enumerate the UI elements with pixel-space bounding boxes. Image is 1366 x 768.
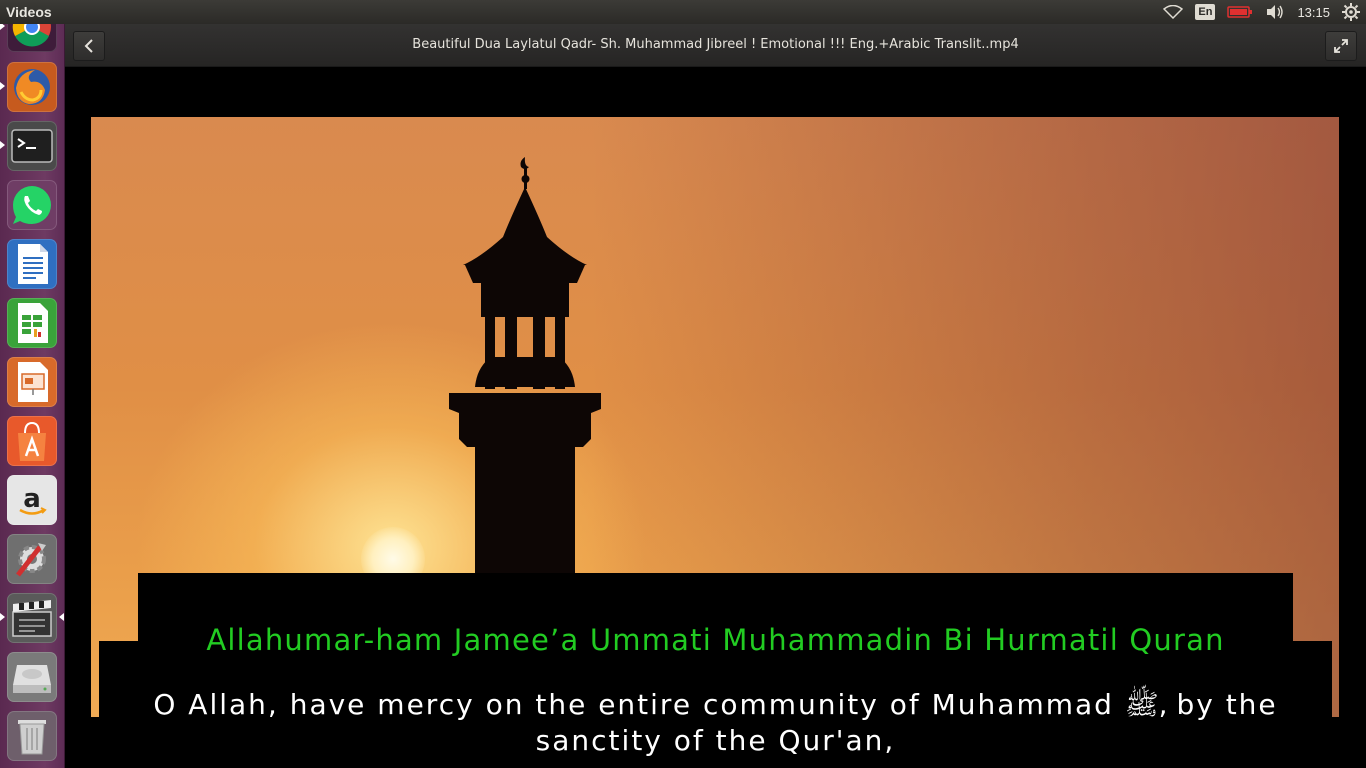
ubuntu-software-icon bbox=[18, 421, 46, 461]
launcher-item-whatsapp[interactable] bbox=[7, 180, 57, 230]
subtitle-translation: O Allah, have mercy on the entire commun… bbox=[153, 688, 1278, 757]
app-name: Videos bbox=[6, 4, 52, 20]
language-indicator: En bbox=[1195, 4, 1216, 20]
launcher-item-impress[interactable] bbox=[7, 357, 57, 407]
fullscreen-button[interactable] bbox=[1325, 31, 1357, 61]
launcher-item-trash[interactable] bbox=[7, 711, 57, 761]
whatsapp-icon bbox=[13, 186, 51, 224]
launcher-item-firefox[interactable] bbox=[7, 62, 57, 112]
launcher-item-chrome[interactable] bbox=[7, 24, 57, 52]
fullscreen-icon bbox=[1334, 39, 1348, 53]
firefox-icon bbox=[14, 69, 50, 105]
top-panel: Videos En 13:15 bbox=[0, 0, 1366, 24]
launcher-item-settings[interactable] bbox=[7, 534, 57, 584]
subtitle-transliteration: Allahumar-ham Jamee’a Ummati Muhammadin … bbox=[206, 623, 1225, 657]
header-bar: Beautiful Dua Laylatul Qadr- Sh. Muhamma… bbox=[65, 24, 1366, 67]
svg-text:a: a bbox=[23, 484, 41, 514]
trash-icon bbox=[18, 720, 46, 755]
launcher: a bbox=[0, 24, 65, 768]
wifi-icon[interactable] bbox=[1163, 0, 1184, 24]
system-tray: En 13:15 bbox=[1157, 0, 1366, 24]
settings-gear-icon[interactable] bbox=[1342, 0, 1360, 24]
launcher-item-amazon[interactable]: a bbox=[7, 475, 57, 525]
battery-icon[interactable] bbox=[1227, 0, 1253, 24]
clock[interactable]: 13:15 bbox=[1297, 0, 1330, 24]
libreoffice-impress-icon bbox=[18, 362, 48, 402]
drive-icon bbox=[13, 665, 51, 693]
libreoffice-calc-icon bbox=[18, 303, 48, 343]
terminal-icon bbox=[11, 129, 53, 163]
keyboard-language-icon[interactable]: En bbox=[1195, 0, 1216, 24]
launcher-item-writer[interactable] bbox=[7, 239, 57, 289]
video-title: Beautiful Dua Laylatul Qadr- Sh. Muhamma… bbox=[412, 37, 1019, 52]
launcher-item-calc[interactable] bbox=[7, 298, 57, 348]
system-settings-icon bbox=[16, 543, 46, 577]
volume-icon[interactable] bbox=[1265, 0, 1285, 24]
libreoffice-writer-icon bbox=[18, 244, 48, 284]
launcher-item-terminal[interactable] bbox=[7, 121, 57, 171]
chevron-left-icon bbox=[84, 39, 93, 53]
launcher-item-videos[interactable] bbox=[7, 593, 57, 643]
amazon-icon: a bbox=[19, 484, 47, 515]
minaret-silhouette bbox=[449, 157, 601, 577]
videos-app-icon bbox=[12, 600, 52, 637]
launcher-item-drive[interactable] bbox=[7, 652, 57, 702]
chrome-icon bbox=[12, 24, 51, 47]
video-player[interactable]: Allahumar-ham Jamee’a Ummati Muhammadin … bbox=[65, 66, 1366, 768]
launcher-item-software[interactable] bbox=[7, 416, 57, 466]
back-button[interactable] bbox=[73, 31, 105, 61]
subtitle-panel: Allahumar-ham Jamee’a Ummati Muhammadin … bbox=[65, 573, 1366, 768]
